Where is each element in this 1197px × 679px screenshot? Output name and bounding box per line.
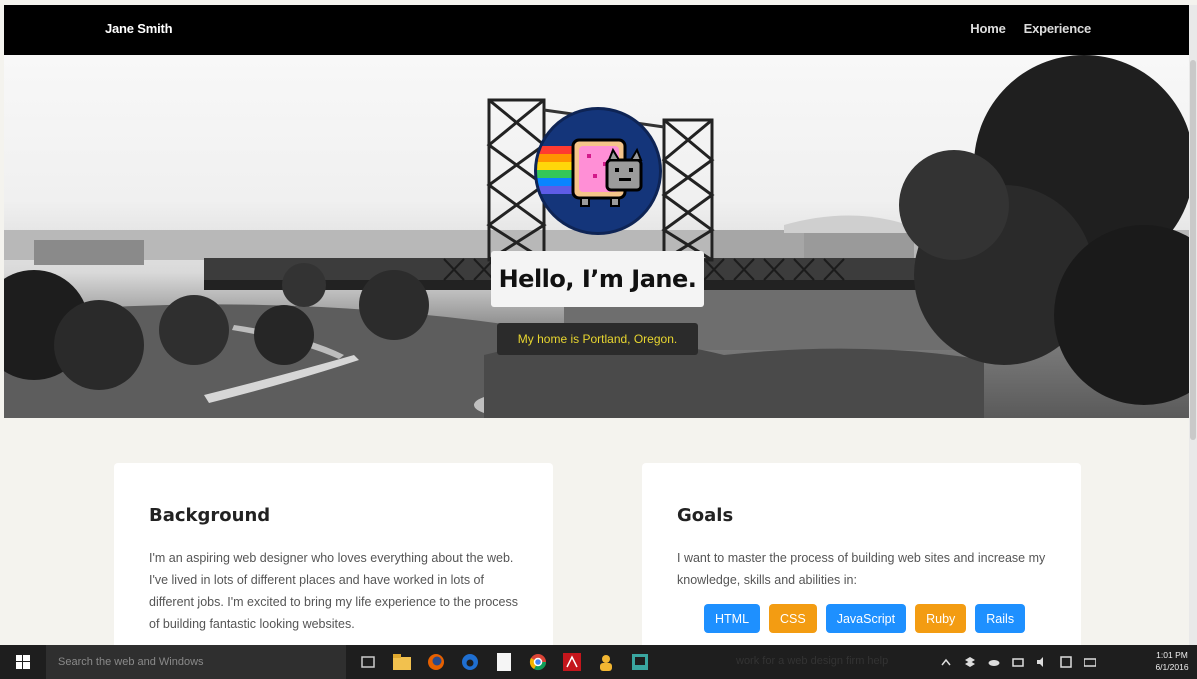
taskbar-apps — [356, 645, 652, 679]
skill-badge-html: HTML — [704, 604, 761, 633]
navbar: Jane Smith Home Experience — [4, 5, 1193, 55]
chevron-up-icon[interactable] — [940, 656, 952, 668]
goals-text: I want to master the process of building… — [677, 551, 1046, 587]
start-button[interactable] — [0, 645, 46, 679]
vertical-scrollbar[interactable] — [1189, 5, 1197, 645]
windows-logo-icon — [16, 655, 30, 669]
skill-badge-ruby: Ruby — [915, 604, 967, 633]
action-center-icon[interactable] — [1060, 656, 1072, 668]
file-explorer-icon[interactable] — [390, 650, 414, 674]
dropbox-icon[interactable] — [964, 656, 976, 668]
firefox-icon[interactable] — [424, 650, 448, 674]
screen: Jane Smith Home Experience Hello, I’m Ja… — [0, 0, 1197, 679]
goals-card: Goals I want to master the process of bu… — [642, 463, 1081, 645]
system-tray — [940, 645, 1096, 679]
taskbar-search-box[interactable]: Search the web and Windows — [46, 645, 346, 679]
keyboard-icon[interactable] — [1084, 656, 1096, 668]
goals-heading: Goals — [677, 505, 734, 526]
network-icon[interactable] — [1012, 656, 1024, 668]
nav-link-home[interactable]: Home — [970, 21, 1006, 36]
nyan-cat-icon — [537, 138, 643, 207]
active-app-icon[interactable] — [628, 650, 652, 674]
skill-badge-javascript: JavaScript — [825, 604, 907, 633]
volume-icon[interactable] — [1036, 656, 1048, 668]
edge-browser-icon[interactable] — [458, 650, 482, 674]
taskbar: Search the web and Windows work for a we… — [0, 645, 1197, 679]
nav-link-experience[interactable]: Experience — [1024, 21, 1092, 36]
onedrive-icon[interactable] — [988, 656, 1000, 668]
background-card: Background I'm an aspiring web designer … — [114, 463, 553, 645]
hero-title: Hello, I’m Jane. — [491, 251, 704, 307]
skill-badge-css: CSS — [769, 604, 817, 633]
avatar — [534, 107, 662, 235]
browser-viewport: Jane Smith Home Experience Hello, I’m Ja… — [4, 5, 1193, 645]
acrobat-icon[interactable] — [560, 650, 584, 674]
background-text: I'm an aspiring web designer who loves e… — [149, 551, 519, 631]
skills-list: HTML CSS JavaScript Ruby Rails — [704, 604, 1026, 633]
clock-date: 6/1/2016 — [1155, 662, 1189, 672]
skill-badge-rails: Rails — [975, 604, 1026, 633]
clock-time: 1:01 PM — [1156, 650, 1188, 660]
scrollbar-thumb[interactable] — [1190, 60, 1196, 440]
user-app-icon[interactable] — [594, 650, 618, 674]
taskbar-search-placeholder: Search the web and Windows — [58, 656, 204, 668]
task-view-icon[interactable] — [356, 650, 380, 674]
hero-subtitle: My home is Portland, Oregon. — [497, 323, 698, 355]
nav-links: Home Experience — [970, 21, 1091, 36]
hero-section: Hello, I’m Jane. My home is Portland, Or… — [4, 55, 1193, 418]
brand-link[interactable]: Jane Smith — [105, 21, 173, 36]
document-icon[interactable] — [492, 650, 516, 674]
taskbar-clock[interactable]: 1:01 PM 6/1/2016 — [1152, 649, 1192, 673]
chrome-icon[interactable] — [526, 650, 550, 674]
background-heading: Background — [149, 505, 271, 526]
taskbar-overlay-text: work for a web design firm help — [736, 655, 889, 667]
